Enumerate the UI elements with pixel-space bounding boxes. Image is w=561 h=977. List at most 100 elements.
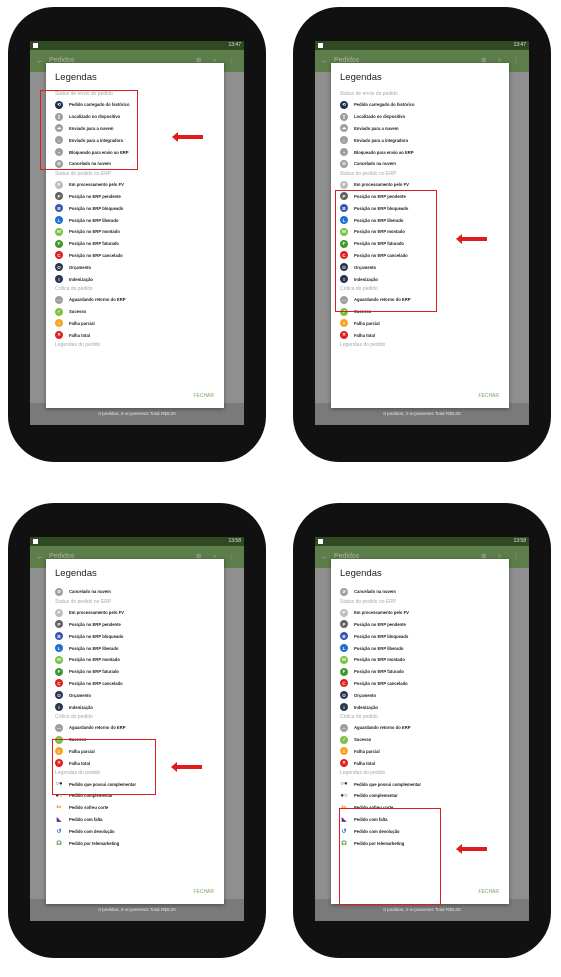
screen-2: 13:47 ← Pedidos ⊞ ⌕ ⋮ 0 pedidos, 0 orçam… [315, 41, 529, 425]
legend-item: M Posição no ERP montado [331, 654, 509, 666]
legend-item-label: Sucesso [354, 737, 372, 743]
legend-item-label: Sucesso [354, 309, 372, 315]
status-letter-icon: C [55, 679, 63, 688]
legend-item-label: Cancelado na nuvem [354, 589, 396, 595]
legend-item-label: Posição no ERP bloqueado [69, 205, 124, 211]
status-letter-icon: O [55, 691, 63, 700]
legend-item-label: Enviado para a integradora [354, 137, 408, 143]
status-letter-icon: I [340, 275, 348, 284]
notification-icon [318, 539, 323, 544]
status-letter-icon: P [340, 608, 348, 617]
legend-item-label: Posição no ERP montado [69, 657, 120, 663]
status-letter-icon: L [55, 644, 63, 653]
back-arrow-icon[interactable]: ← [36, 546, 44, 568]
status-letter-icon: I [55, 703, 63, 712]
close-button[interactable]: FECHAR [478, 393, 499, 399]
legend-item: I Indenização [331, 701, 509, 713]
legend-item: C Posição no ERP cancelado [331, 678, 509, 690]
legend-item-label: Pedido com falta [354, 816, 388, 822]
legend-item: ⊘ Cancelado na nuvem [331, 158, 509, 170]
status-letter-icon: P [55, 192, 63, 201]
back-arrow-icon[interactable]: ← [321, 50, 329, 72]
back-arrow-icon[interactable]: ← [36, 50, 44, 72]
legend-item-label: Falha total [69, 760, 90, 766]
legend-item: … Aguardando retorno do ERP [331, 722, 509, 734]
legend-list[interactable]: ⊘ Cancelado na nuvem Status do pedido no … [331, 586, 509, 882]
notification-icon [318, 43, 323, 48]
cancel-cloud-icon: ⊘ [55, 159, 63, 168]
phone-frame-3: 13:58 ← Pedidos ⊞ ⌕ ⋮ 0 pedidos, 0 orçam… [8, 503, 266, 958]
legend-item-label: Orçamento [354, 264, 377, 270]
legend-item: C Posição no ERP cancelado [331, 250, 509, 262]
legend-list[interactable]: ⊘ Cancelado na nuvem Status do pedido no … [46, 586, 224, 882]
status-bar: 13:58 [30, 537, 244, 546]
complement-icon: ●○ [55, 792, 63, 799]
section-header-critica: Crítica do pedido [340, 713, 378, 720]
legend-item-label: Indenização [69, 704, 93, 710]
notification-icon [33, 539, 38, 544]
status-letter-icon: C [340, 251, 348, 260]
legend-item-label: Orçamento [354, 692, 377, 698]
legend-item: B Posição no ERP bloqueado [331, 630, 509, 642]
status-letter-icon: P [340, 180, 348, 189]
legend-item: ! Falha parcial [46, 318, 224, 330]
close-button[interactable]: FECHAR [478, 889, 499, 895]
legend-item: P Posição no ERP pendente [46, 191, 224, 203]
status-letter-icon: L [55, 216, 63, 225]
check-icon: ✓ [340, 735, 348, 744]
legend-item: … Aguardando retorno do ERP [46, 722, 224, 734]
cloud-icon: ☁ [340, 124, 348, 133]
legend-item: C Posição no ERP cancelado [46, 250, 224, 262]
section-header-erp: Status do pedido no ERP [55, 170, 112, 177]
partial-fail-icon: ! [340, 747, 348, 756]
legend-item: ⊘ Cancelado na nuvem [46, 158, 224, 170]
headset-icon: ☊ [56, 840, 62, 847]
legend-dialog: Legendas ⊘ Cancelado na nuvem Status do p… [46, 559, 224, 904]
status-letter-icon: O [55, 263, 63, 272]
status-letter-icon: P [55, 620, 63, 629]
legend-item: ✕ Falha total [331, 757, 509, 769]
legend-item: ◣ Pedido com falta [46, 814, 224, 826]
legend-item: ☊ Pedido por telemarketing [46, 837, 224, 849]
status-letter-icon: O [340, 691, 348, 700]
legend-item-label: Em processamento pelo FV [354, 610, 409, 616]
total-fail-icon: ✕ [55, 331, 63, 340]
dialog-title: Legendas [340, 72, 382, 83]
legend-item: ○● Pedido que possui complementar [331, 778, 509, 790]
legend-item-label: Falha total [69, 332, 90, 338]
legend-item-label: Sucesso [69, 737, 87, 743]
screen-3: 13:58 ← Pedidos ⊞ ⌕ ⋮ 0 pedidos, 0 orçam… [30, 537, 244, 921]
legend-item: O Orçamento [46, 689, 224, 701]
back-arrow-icon[interactable]: ← [321, 546, 329, 568]
legend-item: ! Falha parcial [46, 746, 224, 758]
legend-item: ✕ Falha total [331, 329, 509, 341]
clock: 13:58 [513, 538, 526, 544]
legend-item: F Posição no ERP faturado [331, 666, 509, 678]
legend-item: I Indenização [46, 273, 224, 285]
close-button[interactable]: FECHAR [193, 889, 214, 895]
close-button[interactable]: FECHAR [193, 393, 214, 399]
legend-item: B Posição no ERP bloqueado [46, 630, 224, 642]
legend-item: ↺ Pedido com devolução [46, 825, 224, 837]
annotation-arrow [456, 844, 487, 854]
legend-item: L Posição no ERP liberado [331, 642, 509, 654]
legend-item-label: Indenização [354, 276, 378, 282]
legend-item: ▪ Bloqueado para envio ao ERP [331, 146, 509, 158]
waiting-icon: … [340, 295, 348, 304]
legend-item: M Posição no ERP montado [331, 226, 509, 238]
legend-item: P Posição no ERP pendente [331, 191, 509, 203]
legend-item-label: Posição no ERP cancelado [354, 680, 408, 686]
legend-item-label: Indenização [354, 704, 378, 710]
return-icon: ↺ [56, 828, 62, 835]
waiting-icon: … [55, 723, 63, 732]
legend-item-label: Pedido sofreu corte [69, 805, 109, 811]
partial-fail-icon: ! [340, 319, 348, 328]
waiting-icon: … [55, 295, 63, 304]
section-header-legendas: Legendas do pedido [55, 770, 101, 777]
legend-item-label: Posição no ERP liberado [354, 217, 404, 223]
legend-item: ✓ Sucesso [331, 734, 509, 746]
legend-item-label: Pedido carregado do histórico [69, 102, 130, 108]
clock: 13:47 [228, 42, 241, 48]
status-letter-icon: B [55, 632, 63, 641]
status-letter-icon: B [340, 632, 348, 641]
